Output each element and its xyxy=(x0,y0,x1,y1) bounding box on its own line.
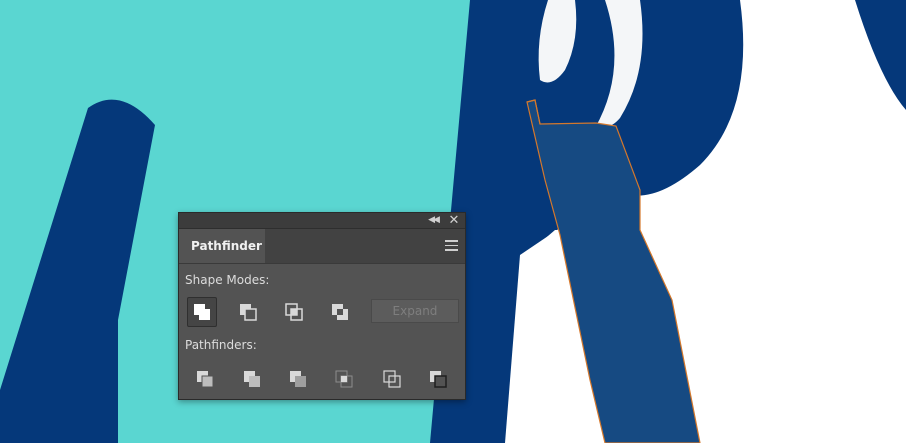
minus-back-button[interactable] xyxy=(423,364,453,394)
intersect-icon xyxy=(285,303,303,321)
trim-icon xyxy=(244,371,260,387)
panel-title-bar[interactable]: ◀◀ ✕ xyxy=(179,213,465,229)
divide-icon xyxy=(197,371,214,388)
merge-icon xyxy=(290,371,306,387)
minus-front-icon xyxy=(240,304,257,321)
hamburger-menu-icon[interactable] xyxy=(445,240,458,251)
merge-button[interactable] xyxy=(283,364,313,394)
panel-tab-bar: Pathfinder xyxy=(179,229,465,264)
unite-button[interactable] xyxy=(187,297,217,327)
minus-back-icon xyxy=(430,371,447,388)
shape-modes-label: Shape Modes: xyxy=(185,273,270,287)
intersect-button[interactable] xyxy=(279,297,309,327)
divide-button[interactable] xyxy=(190,364,220,394)
trim-button[interactable] xyxy=(237,364,267,394)
outline-icon xyxy=(383,370,401,388)
minus-front-button[interactable] xyxy=(233,297,263,327)
unite-icon xyxy=(194,304,210,320)
pathfinders-label: Pathfinders: xyxy=(185,338,257,352)
crop-icon xyxy=(335,370,353,388)
exclude-button[interactable] xyxy=(325,297,355,327)
crop-button[interactable] xyxy=(329,364,359,394)
exclude-icon xyxy=(332,304,348,320)
double-chevron-left-icon[interactable]: ◀◀ xyxy=(427,213,440,228)
outline-button[interactable] xyxy=(377,364,407,394)
tab-pathfinder[interactable]: Pathfinder xyxy=(179,229,265,263)
close-icon[interactable]: ✕ xyxy=(448,213,460,228)
pathfinder-panel: ◀◀ ✕ Pathfinder Shape Modes: Expand Path… xyxy=(178,212,466,400)
expand-button: Expand xyxy=(371,299,459,323)
